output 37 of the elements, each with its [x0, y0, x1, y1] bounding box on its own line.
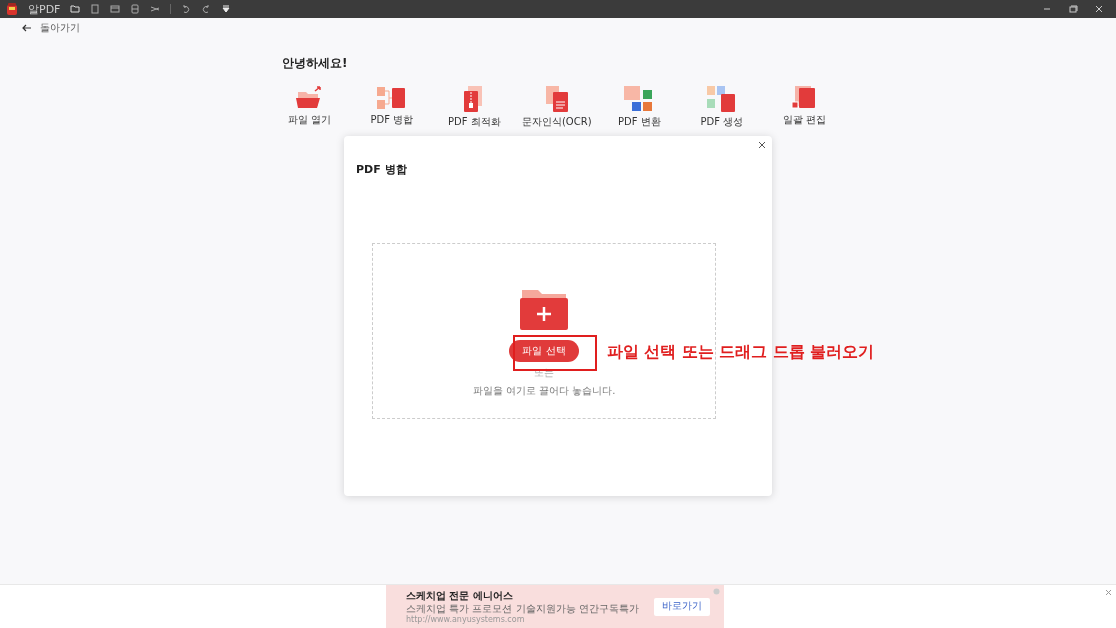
folder-icon[interactable]: [70, 4, 81, 14]
ad-subtitle: 스케치업 특가 프로모션 기술지원가능 연간구독특가: [406, 602, 640, 615]
tool-button[interactable]: PDF 변환: [598, 86, 681, 129]
scissors-icon[interactable]: [150, 4, 161, 14]
close-button[interactable]: [756, 139, 768, 151]
tool-button[interactable]: PDF 최적화: [433, 86, 516, 129]
drop-hint: 파일을 여기로 끌어다 놓습니다.: [472, 384, 616, 398]
dropdown-icon[interactable]: [221, 4, 232, 14]
app-title: 알PDF: [28, 1, 61, 17]
tool-button[interactable]: 일괄 편집: [763, 86, 846, 129]
select-file-button[interactable]: 파일 선택: [509, 340, 579, 362]
ad-url: http://www.anyusystems.com: [406, 614, 526, 625]
back-link[interactable]: 돌아가기: [22, 21, 80, 35]
tool-button[interactable]: PDF 생성: [680, 86, 763, 129]
merge-files-icon: [376, 86, 407, 110]
add-folder-icon: [520, 288, 568, 330]
back-arrow-icon: [22, 24, 32, 32]
tool-button[interactable]: 파일 열기: [268, 86, 351, 129]
batch-edit-icon: [791, 86, 818, 110]
undo-icon[interactable]: [181, 4, 192, 14]
restore-icon[interactable]: [1068, 4, 1078, 14]
ocr-document-icon: [543, 86, 570, 112]
close-icon[interactable]: [1094, 4, 1104, 14]
annotation-text: 파일 선택 또는 드래그 드롭 불러오기: [607, 342, 874, 363]
tool-button[interactable]: PDF 병합: [350, 86, 433, 129]
dialog-title: PDF 병합: [356, 162, 407, 177]
greeting-heading: 안녕하세요!: [282, 55, 348, 72]
close-icon: [758, 141, 766, 149]
document-icon[interactable]: [90, 4, 101, 14]
folder-icon: [296, 86, 323, 110]
redo-icon[interactable]: [201, 4, 212, 14]
convert-files-icon: [624, 86, 655, 112]
create-pdf-icon: [706, 86, 737, 112]
tool-button[interactable]: 문자인식(OCR): [515, 86, 598, 129]
ad-button[interactable]: 바로가기: [654, 597, 710, 616]
ad-title: 스케치업 전문 에니어스: [406, 588, 514, 603]
app-logo-icon: [6, 2, 18, 16]
